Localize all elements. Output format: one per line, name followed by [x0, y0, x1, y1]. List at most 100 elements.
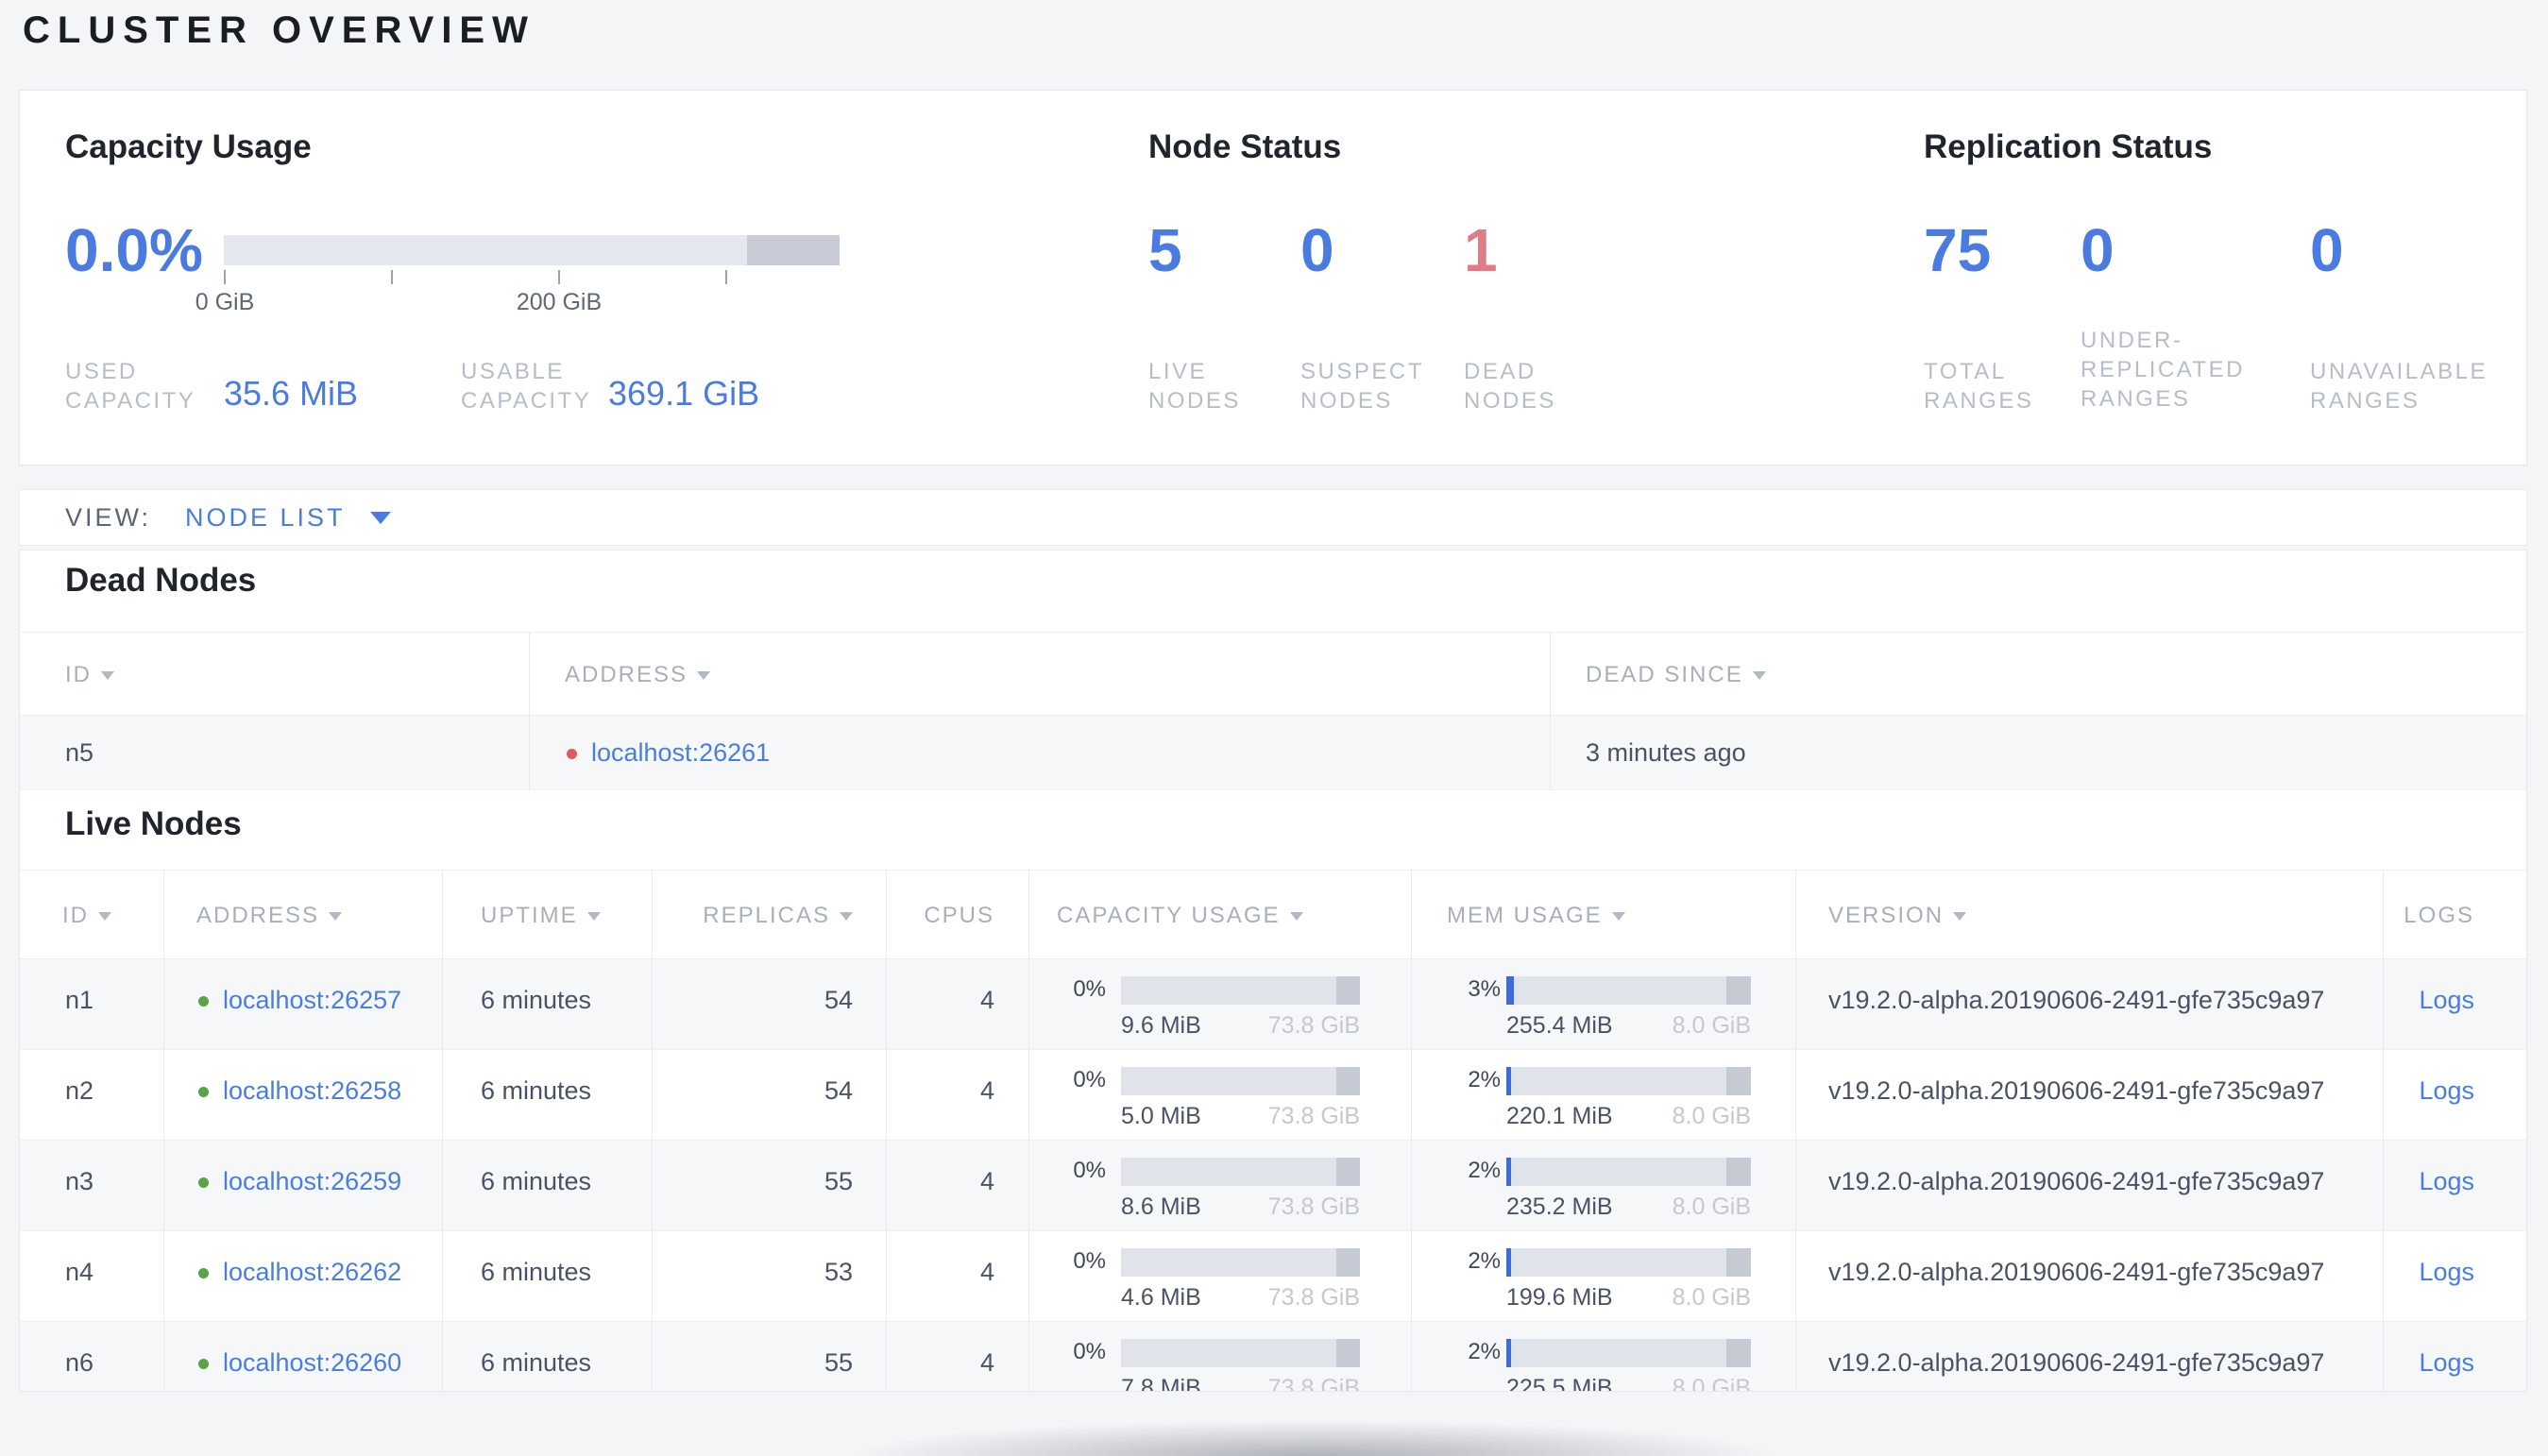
node-address-link[interactable]: localhost:26262 [223, 1258, 401, 1286]
logs-link[interactable]: Logs [2419, 1076, 2474, 1105]
capacity-percent-label: 0% [1073, 1158, 1106, 1183]
view-selector-bar: VIEW: NODE LIST [19, 489, 2527, 546]
live-nodes-heading: Live Nodes [65, 805, 242, 842]
under-replicated-ranges-label: UNDER-REPLICATED RANGES [2081, 328, 2245, 412]
offscreen-element-shadow [718, 1403, 1908, 1456]
column-divider [1411, 870, 1412, 1391]
live-status-dot-icon [198, 1359, 209, 1369]
mem-bar-fill [1506, 1158, 1512, 1186]
capacity-usage-title: Capacity Usage [65, 128, 312, 165]
mem-percent-label: 2% [1468, 1158, 1501, 1183]
live-node-row: n1 localhost:26257 6 minutes 54 4 0% 9.6… [20, 959, 2526, 1050]
live-status-dot-icon [198, 996, 209, 1007]
cell-uptime: 6 minutes [481, 1076, 592, 1105]
live-col-address-label: ADDRESS [196, 903, 320, 928]
capacity-axis-label-0: 0 GiB [195, 289, 255, 315]
mem-bar-fill [1506, 976, 1514, 1005]
cell-dead-since: 3 minutes ago [1586, 738, 1746, 767]
column-divider [1028, 870, 1029, 1391]
capacity-total-value: 73.8 GiB [1267, 1194, 1360, 1220]
view-dropdown[interactable]: NODE LIST [185, 503, 346, 533]
capacity-percent-value: 0.0% [65, 216, 203, 284]
total-ranges-value: 75 [1924, 216, 1992, 284]
logs-link[interactable]: Logs [2419, 986, 2474, 1014]
sort-desc-icon [586, 912, 601, 921]
live-col-replicas-label: REPLICAS [703, 903, 830, 928]
column-divider [2383, 870, 2384, 1391]
cell-logs: Logs [2383, 1167, 2474, 1196]
mem-percent-label: 2% [1468, 1248, 1501, 1274]
dead-col-address-label: ADDRESS [565, 662, 688, 687]
live-col-address[interactable]: ADDRESS [196, 903, 343, 929]
view-label: VIEW: [65, 502, 152, 532]
mem-bar [1506, 1248, 1751, 1277]
live-nodes-value: 5 [1148, 216, 1182, 284]
node-address-link[interactable]: localhost:26257 [223, 986, 401, 1014]
node-address-link[interactable]: localhost:26260 [223, 1348, 401, 1377]
sort-desc-icon [1289, 912, 1303, 921]
capacity-bar [1121, 1067, 1360, 1095]
usable-capacity-label: USABLE CAPACITY [461, 359, 592, 414]
capacity-bar [1121, 1158, 1360, 1186]
cell-version: v19.2.0-alpha.20190606-2491-gfe735c9a97 [1828, 1167, 2325, 1195]
live-node-row: n4 localhost:26262 6 minutes 53 4 0% 4.6… [20, 1231, 2526, 1322]
dead-status-dot-icon [567, 749, 577, 759]
logs-link[interactable]: Logs [2419, 1167, 2474, 1195]
chevron-down-icon[interactable] [369, 511, 391, 524]
node-address-link[interactable]: localhost:26258 [223, 1076, 401, 1105]
overview-panel: Capacity Usage 0.0% 0 GiB 200 GiB USED C… [19, 90, 2527, 466]
cell-node-address: localhost:26257 [198, 986, 401, 1015]
live-col-id[interactable]: ID [62, 903, 111, 929]
cell-logs: Logs [2383, 1348, 2474, 1378]
mem-used-value: 225.5 MiB [1506, 1375, 1613, 1392]
live-node-row: n3 localhost:26259 6 minutes 55 4 0% 8.6… [20, 1141, 2526, 1231]
live-node-row: n6 localhost:26260 6 minutes 55 4 0% 7.8… [20, 1322, 2526, 1392]
cell-logs: Logs [2383, 1258, 2474, 1287]
cell-node-id: n6 [65, 1348, 94, 1377]
live-col-capacity[interactable]: CAPACITY USAGE [1057, 903, 1303, 929]
mem-total-value: 8.0 GiB [1672, 1194, 1751, 1220]
node-address-link[interactable]: localhost:26259 [223, 1167, 401, 1195]
capacity-axis-tick [725, 270, 727, 284]
dead-node-row: n5 localhost:26261 3 minutes ago [20, 716, 2526, 790]
cell-node-address: localhost:26262 [198, 1258, 401, 1287]
capacity-percent-label: 0% [1073, 1339, 1106, 1364]
mem-bar [1506, 1067, 1751, 1095]
live-col-uptime[interactable]: UPTIME [481, 903, 601, 929]
cell-replicas: 53 [824, 1258, 853, 1286]
nodes-card: Dead Nodes ID ADDRESS DEAD SINCE n5 loca… [19, 550, 2527, 1392]
dead-col-dead-since[interactable]: DEAD SINCE [1586, 662, 1766, 688]
column-divider [886, 870, 887, 1391]
live-col-version[interactable]: VERSION [1828, 903, 1967, 929]
cell-uptime: 6 minutes [481, 986, 592, 1014]
live-col-replicas[interactable]: REPLICAS [652, 903, 853, 929]
logs-link[interactable]: Logs [2419, 1348, 2474, 1377]
live-col-uptime-label: UPTIME [481, 903, 578, 928]
capacity-axis-tick [558, 270, 560, 284]
capacity-percent-label: 0% [1073, 1067, 1106, 1092]
mem-used-value: 199.6 MiB [1506, 1284, 1613, 1311]
live-nodes-table-header: ID ADDRESS UPTIME REPLICAS CPUS CAPACITY… [20, 870, 2526, 959]
suspect-nodes-value: 0 [1300, 216, 1334, 284]
sort-desc-icon [697, 671, 711, 680]
cell-node-id: n3 [65, 1167, 94, 1195]
dead-col-id[interactable]: ID [65, 662, 114, 688]
used-capacity-value: 35.6 MiB [224, 374, 359, 413]
logs-link[interactable]: Logs [2419, 1258, 2474, 1286]
capacity-axis-label-200: 200 GiB [516, 289, 603, 315]
live-col-cpus[interactable]: CPUS [886, 903, 994, 929]
dead-col-address[interactable]: ADDRESS [565, 662, 711, 688]
live-col-mem[interactable]: MEM USAGE [1447, 903, 1625, 929]
suspect-nodes-label: SUSPECT NODES [1300, 359, 1424, 414]
dead-nodes-table-header: ID ADDRESS DEAD SINCE [20, 632, 2526, 716]
dead-nodes-value: 1 [1464, 216, 1498, 284]
capacity-total-value: 73.8 GiB [1267, 1103, 1360, 1129]
capacity-total-value: 73.8 GiB [1267, 1012, 1360, 1039]
sort-desc-icon [101, 671, 114, 680]
page-title: CLUSTER OVERVIEW [23, 9, 535, 51]
cell-node-address: localhost:26260 [198, 1348, 401, 1378]
cell-version: v19.2.0-alpha.20190606-2491-gfe735c9a97 [1828, 1076, 2325, 1105]
node-address-link[interactable]: localhost:26261 [591, 738, 770, 767]
mem-percent-label: 3% [1468, 976, 1501, 1002]
capacity-axis-tick [224, 270, 226, 284]
